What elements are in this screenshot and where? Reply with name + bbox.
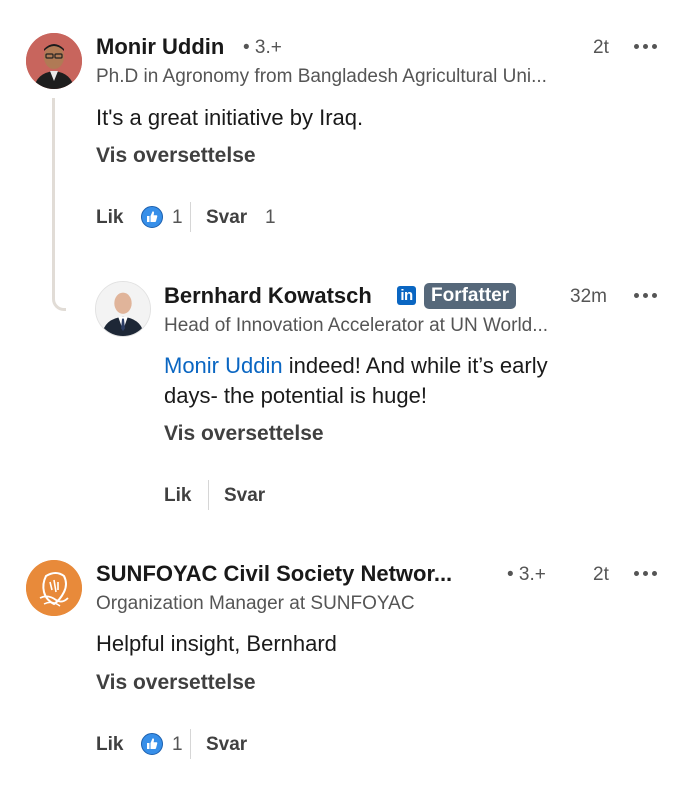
reply-button[interactable]: Svar <box>206 734 247 756</box>
action-divider <box>208 480 209 510</box>
comment-text: Monir Uddin indeed! And while it’s early… <box>164 351 664 411</box>
reply-button[interactable]: Svar <box>224 485 265 507</box>
comment-timestamp: 32m <box>570 286 607 307</box>
mention-link[interactable]: Monir Uddin <box>164 353 283 378</box>
author-badge: Forfatter <box>424 283 517 309</box>
comment-text: It's a great initiative by Iraq. <box>96 105 364 130</box>
connection-degree: • 3.+ <box>243 37 282 58</box>
thumbs-up-icon <box>141 206 163 228</box>
thumbs-up-icon <box>141 733 163 755</box>
linkedin-icon: in <box>397 286 416 305</box>
avatar-bernhard-kowatsch[interactable] <box>95 281 151 337</box>
organization-logo-icon <box>26 560 82 616</box>
comment-timestamp: 2t <box>593 564 609 585</box>
comment-author-headline: Head of Innovation Accelerator at UN Wor… <box>164 315 549 336</box>
see-translation-button[interactable]: Vis oversettelse <box>96 671 256 695</box>
connection-degree: • 3.+ <box>507 564 546 585</box>
comment-author-name[interactable]: Bernhard Kowatsch <box>164 283 372 309</box>
thread-connector <box>52 98 66 311</box>
like-button[interactable]: Lik <box>96 207 123 229</box>
comment-timestamp: 2t <box>593 37 609 58</box>
person-avatar-icon <box>96 282 150 336</box>
like-count: 1 <box>172 734 183 755</box>
more-options-icon[interactable] <box>634 571 658 577</box>
action-divider <box>190 729 191 759</box>
comment-text: Helpful insight, Bernhard <box>96 631 337 656</box>
comment-author-name[interactable]: Monir Uddin <box>96 34 224 60</box>
like-button[interactable]: Lik <box>164 485 191 507</box>
comment-author-headline: Ph.D in Agronomy from Bangladesh Agricul… <box>96 66 547 87</box>
comment-author-headline: Organization Manager at SUNFOYAC <box>96 593 415 614</box>
action-divider <box>190 202 191 232</box>
reply-count: 1 <box>265 207 276 228</box>
avatar-monir-uddin[interactable] <box>26 33 82 89</box>
comment-author-name[interactable]: SUNFOYAC Civil Society Networ... <box>96 561 452 587</box>
person-avatar-icon <box>26 33 82 89</box>
like-button[interactable]: Lik <box>96 734 123 756</box>
like-count: 1 <box>172 207 183 228</box>
see-translation-button[interactable]: Vis oversettelse <box>164 422 324 446</box>
see-translation-button[interactable]: Vis oversettelse <box>96 144 256 168</box>
reply-button[interactable]: Svar <box>206 207 247 229</box>
more-options-icon[interactable] <box>634 44 658 50</box>
avatar-sunfoyac[interactable] <box>26 560 82 616</box>
more-options-icon[interactable] <box>634 293 658 299</box>
comment-text-line2: days- the potential is huge! <box>164 383 427 408</box>
comment-text-line1: indeed! And while it’s early <box>282 353 548 378</box>
